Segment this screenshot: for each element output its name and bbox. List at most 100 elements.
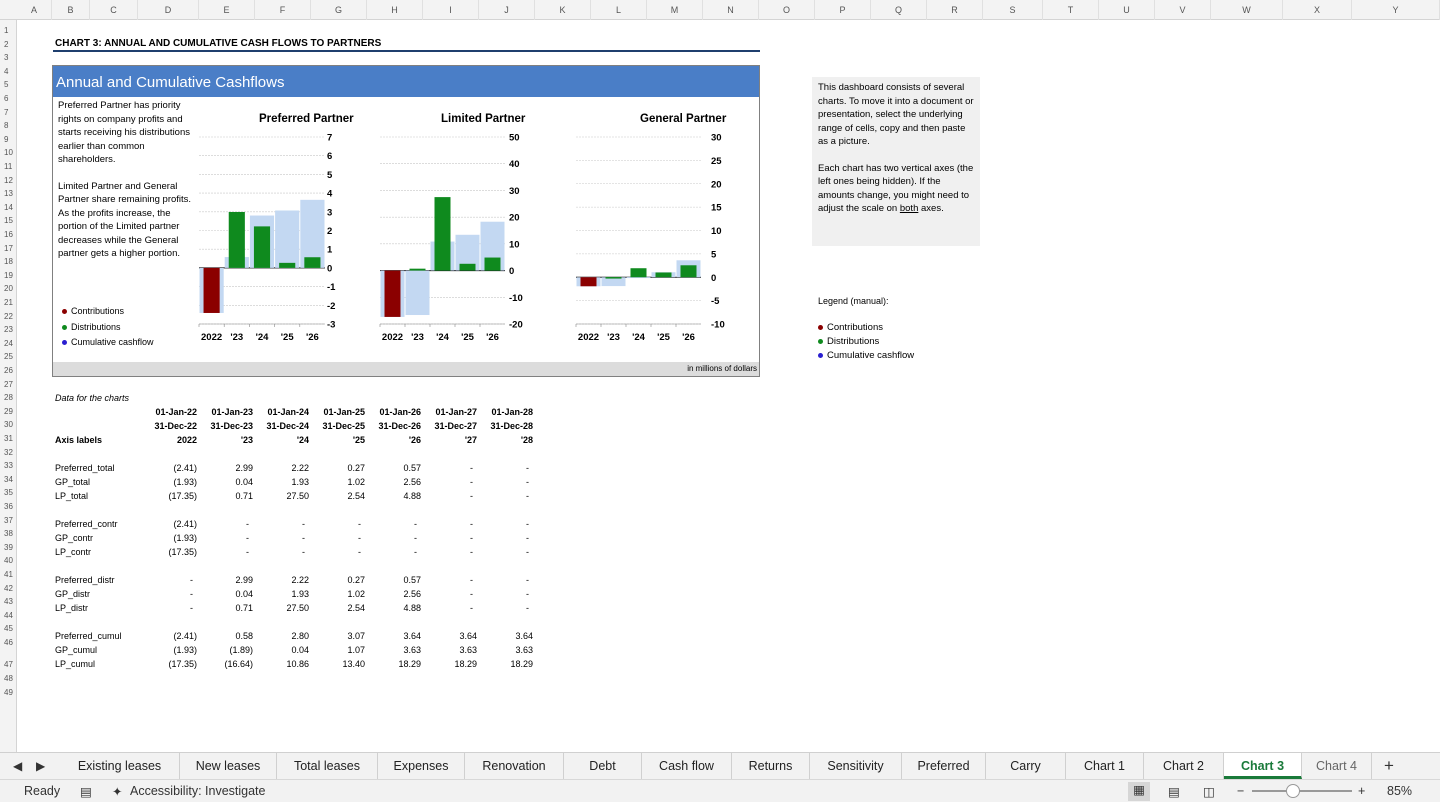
value-cell[interactable]: (2.41) <box>137 463 197 473</box>
end-date-cell[interactable]: 31-Dec-25 <box>305 421 365 431</box>
row-label[interactable]: Preferred_contr <box>55 519 118 529</box>
column-header-s[interactable]: S <box>983 0 1043 20</box>
row-header-4[interactable]: 4 <box>0 67 17 76</box>
value-cell[interactable]: (2.41) <box>137 631 197 641</box>
row-header-16[interactable]: 16 <box>0 230 17 239</box>
value-cell[interactable]: 0.27 <box>305 575 365 585</box>
value-cell[interactable]: - <box>301 533 361 543</box>
sheet-tab[interactable]: Chart 4 <box>1302 753 1372 779</box>
value-cell[interactable]: (2.41) <box>137 519 197 529</box>
column-header-g[interactable]: G <box>311 0 367 20</box>
start-date-cell[interactable]: 01-Jan-25 <box>305 407 365 417</box>
row-header-30[interactable]: 30 <box>0 420 17 429</box>
start-date-cell[interactable]: 01-Jan-22 <box>137 407 197 417</box>
end-date-cell[interactable]: 31-Dec-26 <box>361 421 421 431</box>
row-header-35[interactable]: 35 <box>0 488 17 497</box>
sheet-tab[interactable]: Renovation <box>465 753 564 779</box>
row-header-33[interactable]: 33 <box>0 461 17 470</box>
end-date-cell[interactable]: 31-Dec-27 <box>417 421 477 431</box>
row-header-3[interactable]: 3 <box>0 53 17 62</box>
value-cell[interactable]: (17.35) <box>137 547 197 557</box>
row-header-5[interactable]: 5 <box>0 80 17 89</box>
value-cell[interactable]: 18.29 <box>417 659 477 669</box>
column-header-v[interactable]: V <box>1155 0 1211 20</box>
column-header-d[interactable]: D <box>138 0 199 20</box>
value-cell[interactable]: 0.71 <box>193 491 253 501</box>
value-cell[interactable]: - <box>245 519 305 529</box>
row-label[interactable]: LP_total <box>55 491 88 501</box>
axis-labels-label[interactable]: Axis labels <box>55 435 102 445</box>
sheet-tab[interactable]: Chart 1 <box>1066 753 1144 779</box>
axis-label-cell[interactable]: '25 <box>305 435 365 445</box>
normal-view-icon[interactable]: ▦ <box>1128 782 1150 801</box>
row-header-7[interactable]: 7 <box>0 108 17 117</box>
value-cell[interactable]: 2.56 <box>361 589 421 599</box>
value-cell[interactable]: - <box>469 491 529 501</box>
value-cell[interactable]: 2.22 <box>249 575 309 585</box>
start-date-cell[interactable]: 01-Jan-26 <box>361 407 421 417</box>
row-header-34[interactable]: 34 <box>0 475 17 484</box>
row-header-1[interactable]: 1 <box>0 26 17 35</box>
dashboard-panel[interactable]: Annual and Cumulative Cashflows Preferre… <box>52 65 760 377</box>
value-cell[interactable]: - <box>413 603 473 613</box>
row-label[interactable]: LP_distr <box>55 603 88 613</box>
row-header-2[interactable]: 2 <box>0 40 17 49</box>
column-header-p[interactable]: P <box>815 0 871 20</box>
value-cell[interactable]: - <box>357 519 417 529</box>
row-header-44[interactable]: 44 <box>0 611 17 620</box>
column-header-i[interactable]: I <box>423 0 479 20</box>
value-cell[interactable]: - <box>245 547 305 557</box>
value-cell[interactable]: 0.04 <box>249 645 309 655</box>
value-cell[interactable]: - <box>469 589 529 599</box>
value-cell[interactable]: (17.35) <box>137 659 197 669</box>
value-cell[interactable]: 1.02 <box>305 589 365 599</box>
row-header-45[interactable]: 45 <box>0 624 17 633</box>
row-header-8[interactable]: 8 <box>0 121 17 130</box>
value-cell[interactable]: 3.63 <box>473 645 533 655</box>
prev-sheet-icon[interactable]: ◀ <box>13 759 22 773</box>
end-date-cell[interactable]: 31-Dec-23 <box>193 421 253 431</box>
row-header-19[interactable]: 19 <box>0 271 17 280</box>
column-header-o[interactable]: O <box>759 0 815 20</box>
value-cell[interactable]: 0.57 <box>361 575 421 585</box>
add-sheet-icon[interactable]: + <box>1384 756 1394 776</box>
row-label[interactable]: LP_contr <box>55 547 91 557</box>
value-cell[interactable]: 0.04 <box>193 477 253 487</box>
row-label[interactable]: GP_contr <box>55 533 93 543</box>
row-header-26[interactable]: 26 <box>0 366 17 375</box>
value-cell[interactable]: 0.04 <box>193 589 253 599</box>
value-cell[interactable]: - <box>469 575 529 585</box>
value-cell[interactable]: - <box>413 519 473 529</box>
column-header-b[interactable]: B <box>52 0 90 20</box>
start-date-cell[interactable]: 01-Jan-24 <box>249 407 309 417</box>
sheet-tab[interactable]: New leases <box>180 753 277 779</box>
axis-label-cell[interactable]: '24 <box>249 435 309 445</box>
row-header-48[interactable]: 48 <box>0 674 17 683</box>
value-cell[interactable]: 1.93 <box>249 477 309 487</box>
axis-label-cell[interactable]: '28 <box>473 435 533 445</box>
row-header-42[interactable]: 42 <box>0 584 17 593</box>
column-header-c[interactable]: C <box>90 0 138 20</box>
value-cell[interactable]: 3.64 <box>473 631 533 641</box>
value-cell[interactable]: 2.54 <box>305 603 365 613</box>
row-label[interactable]: Preferred_distr <box>55 575 115 585</box>
value-cell[interactable]: 0.71 <box>193 603 253 613</box>
value-cell[interactable]: (17.35) <box>137 491 197 501</box>
row-header-27[interactable]: 27 <box>0 380 17 389</box>
accessibility-icon[interactable]: ✦ <box>112 784 122 799</box>
accessibility-status[interactable]: Accessibility: Investigate <box>130 784 265 798</box>
value-cell[interactable]: (1.93) <box>137 533 197 543</box>
row-header-24[interactable]: 24 <box>0 339 17 348</box>
sheet-tab[interactable]: Total leases <box>277 753 378 779</box>
end-date-cell[interactable]: 31-Dec-24 <box>249 421 309 431</box>
row-header-37[interactable]: 37 <box>0 516 17 525</box>
row-header-11[interactable]: 11 <box>0 162 17 171</box>
row-header-20[interactable]: 20 <box>0 284 17 293</box>
zoom-slider[interactable] <box>1252 790 1352 792</box>
row-label[interactable]: LP_cumul <box>55 659 95 669</box>
column-header-u[interactable]: U <box>1099 0 1155 20</box>
value-cell[interactable]: 13.40 <box>305 659 365 669</box>
value-cell[interactable]: - <box>189 533 249 543</box>
row-header-6[interactable]: 6 <box>0 94 17 103</box>
sheet-tab[interactable]: Sensitivity <box>810 753 902 779</box>
